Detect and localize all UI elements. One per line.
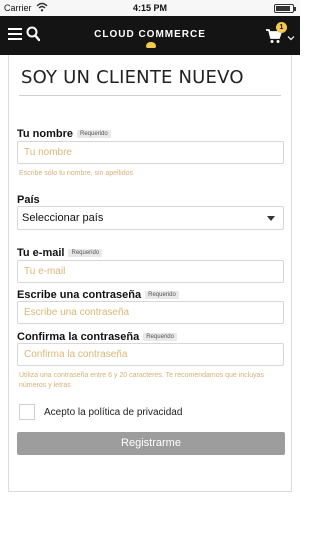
logo-text: CLOUD COMMERCE: [94, 29, 206, 40]
menu-icon[interactable]: [8, 28, 22, 40]
caret-down-icon: [267, 216, 275, 221]
name-label: Tu nombre Requerido: [17, 128, 111, 140]
register-form-card: SOY UN CLIENTE NUEVO Tu nombre Requerido …: [8, 55, 292, 492]
name-label-text: Tu nombre: [17, 128, 74, 140]
password-hint: Utiliza una contraseña entre 6 y 20 cara…: [19, 372, 265, 389]
country-select[interactable]: Seleccionar país: [17, 206, 284, 230]
divider: [19, 95, 281, 96]
privacy-checkbox[interactable]: [19, 404, 35, 420]
required-badge: Requerido: [145, 291, 179, 300]
confirm-password-input[interactable]: [17, 343, 284, 366]
country-label-text: País: [17, 194, 40, 206]
country-label: País: [17, 194, 40, 206]
email-input[interactable]: [17, 260, 284, 283]
battery-icon: [274, 4, 296, 13]
name-hint: Escribe sólo tu nombre, sin apellidos: [19, 170, 134, 177]
cart-count-badge: 1: [276, 22, 287, 33]
password-input[interactable]: [17, 301, 284, 324]
email-label-text: Tu e-mail: [17, 247, 65, 259]
password-label: Escribe una contraseña Requerido: [17, 289, 179, 301]
app-header: CLOUD COMMERCE 1: [0, 16, 300, 55]
page-title: SOY UN CLIENTE NUEVO: [21, 67, 244, 88]
required-badge: Requerido: [143, 333, 177, 342]
logo[interactable]: CLOUD COMMERCE: [90, 29, 210, 49]
country-select-value: Seleccionar país: [22, 212, 104, 224]
privacy-checkbox-label[interactable]: Acepto la política de privacidad: [44, 407, 182, 418]
email-label: Tu e-mail Requerido: [17, 247, 103, 259]
cloud-icon: [146, 42, 156, 49]
status-bar: Carrier 4:15 PM: [0, 0, 300, 16]
name-input[interactable]: [17, 141, 284, 164]
confirm-password-label: Confirma la contraseña Requerido: [17, 331, 177, 343]
confirm-password-label-text: Confirma la contraseña: [17, 331, 140, 343]
clock: 4:15 PM: [132, 3, 167, 13]
chevron-down-icon[interactable]: [287, 34, 295, 42]
search-icon[interactable]: [26, 26, 40, 42]
required-badge: Requerido: [77, 130, 111, 139]
password-label-text: Escribe una contraseña: [17, 289, 142, 301]
battery-level: [276, 6, 291, 11]
register-button[interactable]: Registrarme: [17, 432, 285, 455]
required-badge: Requerido: [68, 249, 103, 258]
